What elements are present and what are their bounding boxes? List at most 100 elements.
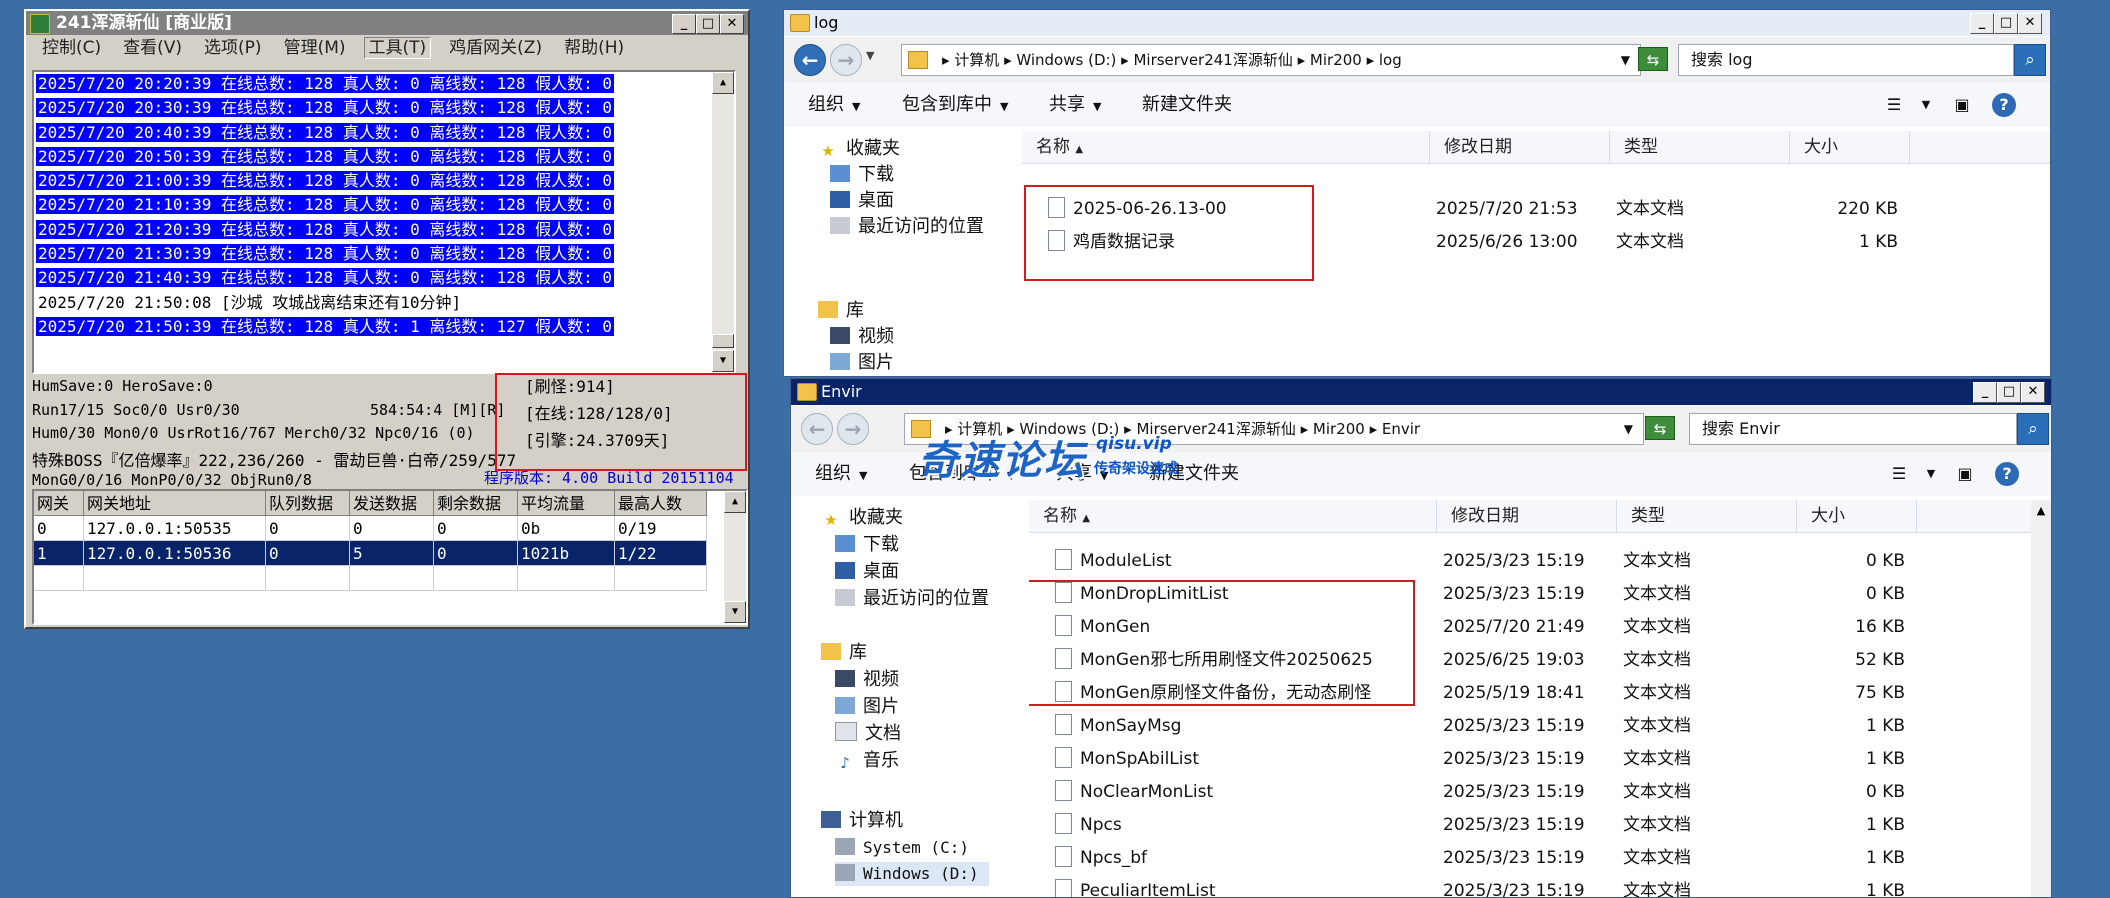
column-type[interactable]: 类型 xyxy=(1610,131,1790,163)
help-icon[interactable]: ? xyxy=(1995,462,2019,486)
log-list[interactable]: 2025/7/20 20:20:39 在线总数: 128 真人数: 0 离线数:… xyxy=(32,70,736,374)
new-folder-button[interactable]: 新建文件夹 xyxy=(1142,83,1232,127)
file-name[interactable]: 2025-06-26.13-00 xyxy=(1048,193,1227,226)
log-line[interactable]: 2025/7/20 21:20:39 在线总数: 128 真人数: 0 离线数:… xyxy=(34,218,734,242)
menu-help[interactable]: 帮助(H) xyxy=(560,38,628,58)
maximize-button[interactable]: □ xyxy=(1997,382,2021,403)
nav-desktop[interactable]: 桌面 xyxy=(830,189,894,213)
file-name[interactable]: ModuleList xyxy=(1055,545,1172,578)
gateway-scrollbar[interactable]: ▲ ▼ xyxy=(724,491,746,623)
forward-arrow-icon[interactable]: → xyxy=(830,44,862,76)
menu-manage[interactable]: 管理(M) xyxy=(280,38,350,58)
log-line[interactable]: 2025/7/20 21:10:39 在线总数: 128 真人数: 0 离线数:… xyxy=(34,193,734,217)
nav-libraries[interactable]: 库 xyxy=(821,641,867,665)
nav-recent[interactable]: 最近访问的位置 xyxy=(835,587,989,611)
menu-tools[interactable]: 工具(T) xyxy=(363,37,432,59)
file-row[interactable]: Npcs_bf 2025/3/23 15:19 文本文档 1 KB xyxy=(1029,842,2051,875)
gateway-header-cell[interactable]: 发送数据 xyxy=(350,491,434,516)
nav-music[interactable]: ♪ 音乐 xyxy=(835,749,899,773)
table-row[interactable]: 0 127.0.0.1:50535 0 0 0 0b 0/19 xyxy=(34,516,746,541)
file-name[interactable]: PeculiarItemList xyxy=(1055,875,1216,897)
column-size[interactable]: 大小 xyxy=(1790,131,1910,163)
log-line[interactable]: 2025/7/20 21:40:39 在线总数: 128 真人数: 0 离线数:… xyxy=(34,266,734,290)
search-input[interactable]: 搜索 log xyxy=(1678,44,2014,76)
preview-pane-icon[interactable]: ▣ xyxy=(1953,462,1977,486)
scroll-down-icon[interactable]: ▼ xyxy=(712,350,734,372)
menu-options[interactable]: 选项(P) xyxy=(200,38,266,58)
file-row[interactable]: MonDropLimitList 2025/3/23 15:19 文本文档 0 KB xyxy=(1029,578,2051,611)
back-arrow-icon[interactable]: ← xyxy=(794,44,826,76)
file-row[interactable]: 鸡盾数据记录 2025/6/26 13:00 文本文档 1 KB xyxy=(1022,226,2050,259)
nav-documents[interactable]: 文档 xyxy=(835,722,901,746)
server-title-bar[interactable]: 241浑源斩仙 [商业版] _ □ ✕ xyxy=(26,11,748,35)
breadcrumb-path[interactable]: ▸ 计算机 ▸ Windows (D:) ▸ Mirserver241浑源斩仙 … xyxy=(942,51,1402,69)
nav-desktop[interactable]: 桌面 xyxy=(835,560,899,584)
breadcrumb[interactable]: ▸ 计算机 ▸ Windows (D:) ▸ Mirserver241浑源斩仙 … xyxy=(901,44,1641,76)
nav-pictures[interactable]: 图片 xyxy=(835,695,899,719)
log-line[interactable]: 2025/7/20 20:20:39 在线总数: 128 真人数: 0 离线数:… xyxy=(34,72,734,96)
file-row[interactable]: NoClearMonList 2025/3/23 15:19 文本文档 0 KB xyxy=(1029,776,2051,809)
log-line[interactable]: 2025/7/20 21:30:39 在线总数: 128 真人数: 0 离线数:… xyxy=(34,242,734,266)
view-options-icon[interactable]: ☰ xyxy=(1887,462,1911,486)
share-button[interactable]: 共享 ▼ xyxy=(1049,83,1101,129)
file-name[interactable]: MonGen邪七所用刷怪文件20250625 xyxy=(1055,644,1373,677)
nav-pictures[interactable]: 图片 xyxy=(830,351,894,375)
preview-pane-icon[interactable]: ▣ xyxy=(1950,93,1974,117)
file-row[interactable]: ModuleList 2025/3/23 15:19 文本文档 0 KB xyxy=(1029,545,2051,578)
file-name[interactable]: 鸡盾数据记录 xyxy=(1048,226,1175,259)
nav-downloads[interactable]: 下载 xyxy=(830,163,894,187)
file-row[interactable]: MonSayMsg 2025/3/23 15:19 文本文档 1 KB xyxy=(1029,710,2051,743)
nav-downloads[interactable]: 下载 xyxy=(835,533,899,557)
log-line[interactable]: 2025/7/20 21:50:08 [沙城 攻城战离结束还有10分钟] xyxy=(34,291,734,315)
recent-pages-chevron-icon[interactable]: ▼ xyxy=(866,49,874,62)
log-line[interactable]: 2025/7/20 21:00:39 在线总数: 128 真人数: 0 离线数:… xyxy=(34,169,734,193)
scroll-up-icon[interactable]: ▲ xyxy=(724,491,746,513)
log-scrollbar[interactable]: ▲ ▼ xyxy=(712,72,734,372)
scroll-up-icon[interactable]: ▲ xyxy=(2031,500,2051,522)
nav-computer[interactable]: 计算机 xyxy=(821,809,903,833)
column-size[interactable]: 大小 xyxy=(1797,500,1917,532)
address-dropdown-icon[interactable]: ▼ xyxy=(1624,414,1633,444)
file-row[interactable]: MonGen邪七所用刷怪文件20250625 2025/6/25 19:03 文本文… xyxy=(1029,644,2051,677)
minimize-button[interactable]: _ xyxy=(672,14,696,34)
organize-button[interactable]: 组织 ▼ xyxy=(815,452,867,498)
file-row[interactable]: 2025-06-26.13-00 2025/7/20 21:53 文本文档 220 K… xyxy=(1022,193,2050,226)
nav-recent[interactable]: 最近访问的位置 xyxy=(830,215,984,239)
include-library-button[interactable]: 包含到库中 ▼ xyxy=(902,83,1008,129)
maximize-button[interactable]: □ xyxy=(1994,13,2018,34)
minimize-button[interactable]: _ xyxy=(1973,382,1997,403)
file-row[interactable]: MonGen 2025/7/20 21:49 文本文档 16 KB xyxy=(1029,611,2051,644)
scroll-down-icon[interactable]: ▼ xyxy=(724,601,746,623)
file-name[interactable]: NoClearMonList xyxy=(1055,776,1213,809)
gateway-header-cell[interactable]: 网关 xyxy=(34,491,84,516)
close-button[interactable]: ✕ xyxy=(720,14,744,34)
nav-videos[interactable]: 视频 xyxy=(830,325,894,349)
gateway-header-cell[interactable]: 最高人数 xyxy=(615,491,707,516)
file-name[interactable]: MonSpAbilList xyxy=(1055,743,1199,776)
gateway-header-cell[interactable]: 平均流量 xyxy=(518,491,615,516)
back-arrow-icon[interactable]: ← xyxy=(801,413,833,445)
column-name[interactable]: 名称 ▲ xyxy=(1029,500,1437,532)
gateway-table[interactable]: 网关 网关地址 队列数据 发送数据 剩余数据 平均流量 最高人数 0 127.0.0.1:50… xyxy=(32,489,748,625)
refresh-icon[interactable]: ⇆ xyxy=(1645,416,1675,440)
file-name[interactable]: Npcs_bf xyxy=(1055,842,1147,875)
menu-gateway[interactable]: 鸡盾网关(Z) xyxy=(445,38,546,58)
table-row[interactable]: 1 127.0.0.1:50536 0 5 0 1021b 1/22 xyxy=(34,541,746,566)
scroll-thumb[interactable] xyxy=(712,334,734,348)
log-title-bar[interactable]: log _ □ ✕ xyxy=(784,10,2050,36)
nav-libraries[interactable]: 库 xyxy=(818,299,864,323)
column-type[interactable]: 类型 xyxy=(1617,500,1797,532)
file-name[interactable]: Npcs xyxy=(1055,809,1122,842)
organize-button[interactable]: 组织 ▼ xyxy=(808,83,860,129)
nav-drive-d[interactable]: Windows (D:) xyxy=(835,862,989,886)
refresh-icon[interactable]: ⇆ xyxy=(1638,47,1668,71)
gateway-header-cell[interactable]: 队列数据 xyxy=(266,491,350,516)
file-name[interactable]: MonGen原刷怪文件备份，无动态刷怪 xyxy=(1055,677,1371,710)
file-name[interactable]: MonSayMsg xyxy=(1055,710,1181,743)
maximize-button[interactable]: □ xyxy=(696,14,720,34)
column-date[interactable]: 修改日期 xyxy=(1430,131,1610,163)
view-options-icon[interactable]: ☰ xyxy=(1882,93,1906,117)
nav-favorites[interactable]: ★ 收藏夹 xyxy=(818,137,900,161)
gateway-header-cell[interactable]: 剩余数据 xyxy=(434,491,518,516)
help-icon[interactable]: ? xyxy=(1992,93,2016,117)
